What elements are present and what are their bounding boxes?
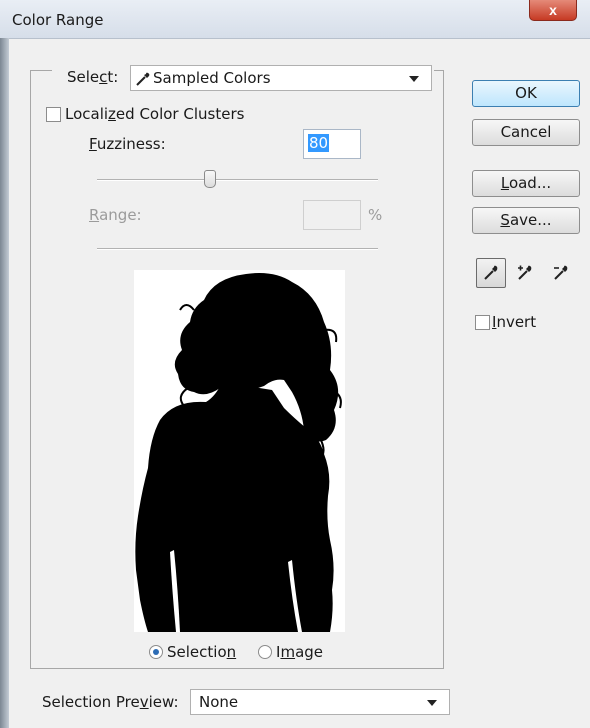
fuzziness-value: 80 [308,134,330,152]
eyedropper-icon [136,72,150,86]
window-edge [0,38,9,728]
load-button[interactable]: Load... [472,170,580,197]
selection-radio[interactable] [149,645,163,659]
select-dropdown[interactable]: Sampled Colors [130,65,432,91]
eyedropper-plus-tool[interactable] [510,258,540,288]
selection-preview-image [134,270,345,632]
fuzziness-slider-thumb[interactable] [204,170,216,188]
fuzziness-slider-track[interactable] [97,179,378,181]
invert-checkbox[interactable] [475,315,490,330]
range-unit: % [368,206,383,224]
title-bar[interactable]: Color Range x [0,0,590,39]
localized-clusters-label: Localized Color Clusters [65,105,245,123]
eyedropper-plus-icon [518,265,532,280]
selection-preview-dropdown[interactable]: None [190,689,450,715]
selection-preview-value: None [199,693,239,711]
close-button[interactable]: x [529,0,577,21]
selection-radio-label: Selection [167,643,237,661]
localized-clusters-checkbox[interactable] [46,107,61,122]
eyedropper-icon [484,265,498,280]
silhouette-image [135,273,342,632]
fuzziness-label: Fuzziness: [89,135,166,153]
eyedropper-minus-icon [554,265,568,280]
range-input[interactable] [303,200,361,230]
image-radio-label: Image [276,643,324,661]
ok-button[interactable]: OK [472,80,580,107]
chevron-down-icon [427,700,437,706]
image-radio[interactable] [258,645,272,659]
close-icon: x [549,2,557,18]
select-label: Select: [67,68,119,86]
window-title: Color Range [12,11,104,29]
eyedropper-tool[interactable] [476,258,506,288]
select-value: Sampled Colors [153,69,271,87]
selection-radio-dot [153,649,159,655]
selection-preview-label: Selection Preview: [42,693,179,711]
color-range-dialog: Color Range x Select: Sampled Colors Loc… [0,0,590,728]
invert-label: Invert [492,313,537,331]
range-label: Range: [89,206,142,224]
fuzziness-input[interactable]: 80 [303,129,361,159]
cancel-button[interactable]: Cancel [472,119,580,146]
eyedropper-minus-tool[interactable] [546,258,576,288]
range-slider-track[interactable] [97,248,378,250]
save-button[interactable]: Save... [472,207,580,234]
chevron-down-icon [409,76,419,82]
